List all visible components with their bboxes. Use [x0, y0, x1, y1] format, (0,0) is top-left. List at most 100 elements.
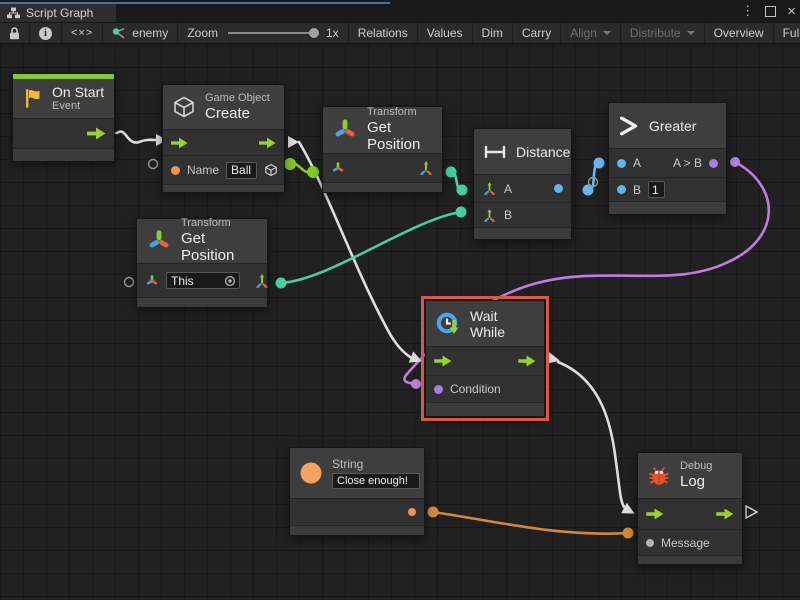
flow-in-port[interactable]	[434, 355, 452, 367]
distance-ibeam-icon	[483, 144, 507, 160]
game-object-out-port[interactable]	[264, 163, 278, 177]
transform-in-port[interactable]	[331, 161, 345, 175]
node-title: Greater	[649, 118, 696, 134]
menu-dots-icon[interactable]: ⋮	[741, 3, 754, 19]
port-label: Name	[187, 163, 219, 177]
zoom-value: 1x	[326, 26, 339, 40]
graph-owner-segment[interactable]: enemy	[103, 23, 178, 43]
port-label: B	[633, 183, 641, 197]
wire-waitwhile-to-log[interactable]	[558, 362, 624, 507]
node-title: Get Position	[181, 230, 258, 265]
chevron-down-icon	[687, 31, 695, 35]
node-wait-while[interactable]: Wait While Condition	[425, 300, 545, 417]
overview-button[interactable]: Overview	[705, 23, 774, 43]
vector-in-port[interactable]	[482, 208, 497, 223]
dim-button[interactable]: Dim	[473, 23, 513, 43]
zoom-slider-handle[interactable]	[309, 28, 319, 38]
node-subtitle: Transform	[181, 217, 258, 230]
node-title: String	[332, 457, 420, 471]
lock-icon	[9, 27, 20, 40]
values-button[interactable]: Values	[418, 23, 473, 43]
node-title: Wait While	[470, 308, 535, 340]
graph-icon	[7, 7, 20, 19]
node-on-start[interactable]: On Start Event	[12, 73, 115, 162]
relations-button[interactable]: Relations	[349, 23, 418, 43]
wait-clock-icon	[435, 311, 461, 337]
port-label: B	[504, 208, 512, 222]
string-out-port[interactable]	[408, 508, 416, 516]
node-subtitle: Game Object	[205, 92, 270, 105]
node-title: Distance	[516, 144, 570, 160]
flag-icon	[22, 87, 43, 110]
flow-out-port[interactable]	[259, 137, 276, 149]
message-port[interactable]	[646, 539, 654, 547]
node-get-position-b[interactable]: Transform Get Position	[136, 218, 268, 308]
wire-getposition-b-to-distance-b[interactable]	[281, 212, 461, 283]
greater-b-value-field[interactable]	[648, 181, 665, 198]
flow-out-port[interactable]	[87, 127, 106, 140]
unconnected-flow-triangle	[746, 506, 757, 518]
lock-button[interactable]	[0, 23, 30, 43]
greater-than-icon	[618, 115, 640, 137]
title-bar: Script Graph ⋮ ×	[0, 0, 800, 22]
unconnected-port-ring	[125, 278, 134, 287]
carry-button[interactable]: Carry	[513, 23, 561, 43]
full-screen-button[interactable]: Full Screen	[774, 23, 800, 43]
info-button[interactable]: i	[30, 23, 62, 43]
greater-b-port[interactable]	[617, 185, 626, 194]
distribute-dropdown[interactable]: Distribute	[621, 23, 705, 43]
align-dropdown[interactable]: Align	[561, 23, 621, 43]
chevron-down-icon	[603, 31, 611, 35]
transform-icon	[332, 117, 358, 143]
node-subtitle: Transform	[367, 106, 433, 119]
node-subtitle: Debug	[680, 460, 712, 473]
wire-onstart-to-create[interactable]	[117, 132, 156, 143]
tab-title: Script Graph	[26, 6, 93, 20]
vector-in-port[interactable]	[482, 181, 497, 196]
node-title: Create	[205, 105, 270, 123]
greater-a-port[interactable]	[617, 159, 626, 168]
port-label: Message	[661, 536, 710, 550]
maximize-icon[interactable]	[765, 6, 776, 17]
port-label: A	[633, 156, 641, 170]
flow-in-port[interactable]	[171, 137, 188, 149]
node-title: Get Position	[367, 119, 433, 154]
node-greater[interactable]: Greater A A > B B	[608, 102, 727, 215]
port-label: A	[504, 182, 512, 196]
graph-toolbar: i <×> enemy Zoom 1x Relations Values Dim…	[0, 22, 800, 44]
greater-result-port[interactable]	[709, 159, 718, 168]
node-subtitle: Event	[52, 100, 104, 113]
node-get-position-a[interactable]: Transform Get Position	[322, 106, 443, 193]
position-out-port[interactable]	[254, 273, 270, 289]
node-distance[interactable]: Distance A B	[473, 128, 572, 240]
name-input-port[interactable]	[171, 166, 180, 175]
wire-string-to-message[interactable]	[433, 512, 628, 534]
close-icon[interactable]: ×	[787, 3, 796, 20]
transform-in-port[interactable]	[145, 274, 159, 288]
graph-owner-label: enemy	[132, 26, 168, 40]
zoom-label: Zoom	[187, 26, 218, 40]
flow-out-port[interactable]	[716, 508, 734, 520]
port-label: Condition	[450, 382, 501, 396]
node-title: Log	[680, 473, 712, 491]
code-brackets-icon: <×>	[71, 27, 93, 39]
node-create[interactable]: Game Object Create Name	[162, 84, 285, 193]
unconnected-port-ring	[149, 160, 158, 169]
condition-port[interactable]	[434, 385, 443, 394]
tab-script-graph[interactable]: Script Graph	[0, 4, 116, 22]
subgraph-icon	[112, 27, 126, 40]
string-value-field[interactable]	[332, 473, 420, 489]
zoom-control: Zoom 1x	[178, 23, 348, 43]
node-string[interactable]: String	[289, 447, 425, 536]
flow-in-port[interactable]	[646, 508, 664, 520]
flow-out-port[interactable]	[518, 355, 536, 367]
debug-bug-icon	[647, 464, 671, 488]
node-debug-log[interactable]: Debug Log Message	[637, 452, 743, 565]
position-out-port[interactable]	[418, 160, 434, 176]
zoom-slider[interactable]	[228, 32, 316, 34]
distance-out-port[interactable]	[554, 184, 563, 193]
cube-icon	[172, 95, 196, 119]
object-picker-icon[interactable]	[224, 275, 236, 287]
code-view-button[interactable]: <×>	[62, 23, 103, 43]
name-value-field[interactable]	[226, 162, 257, 179]
